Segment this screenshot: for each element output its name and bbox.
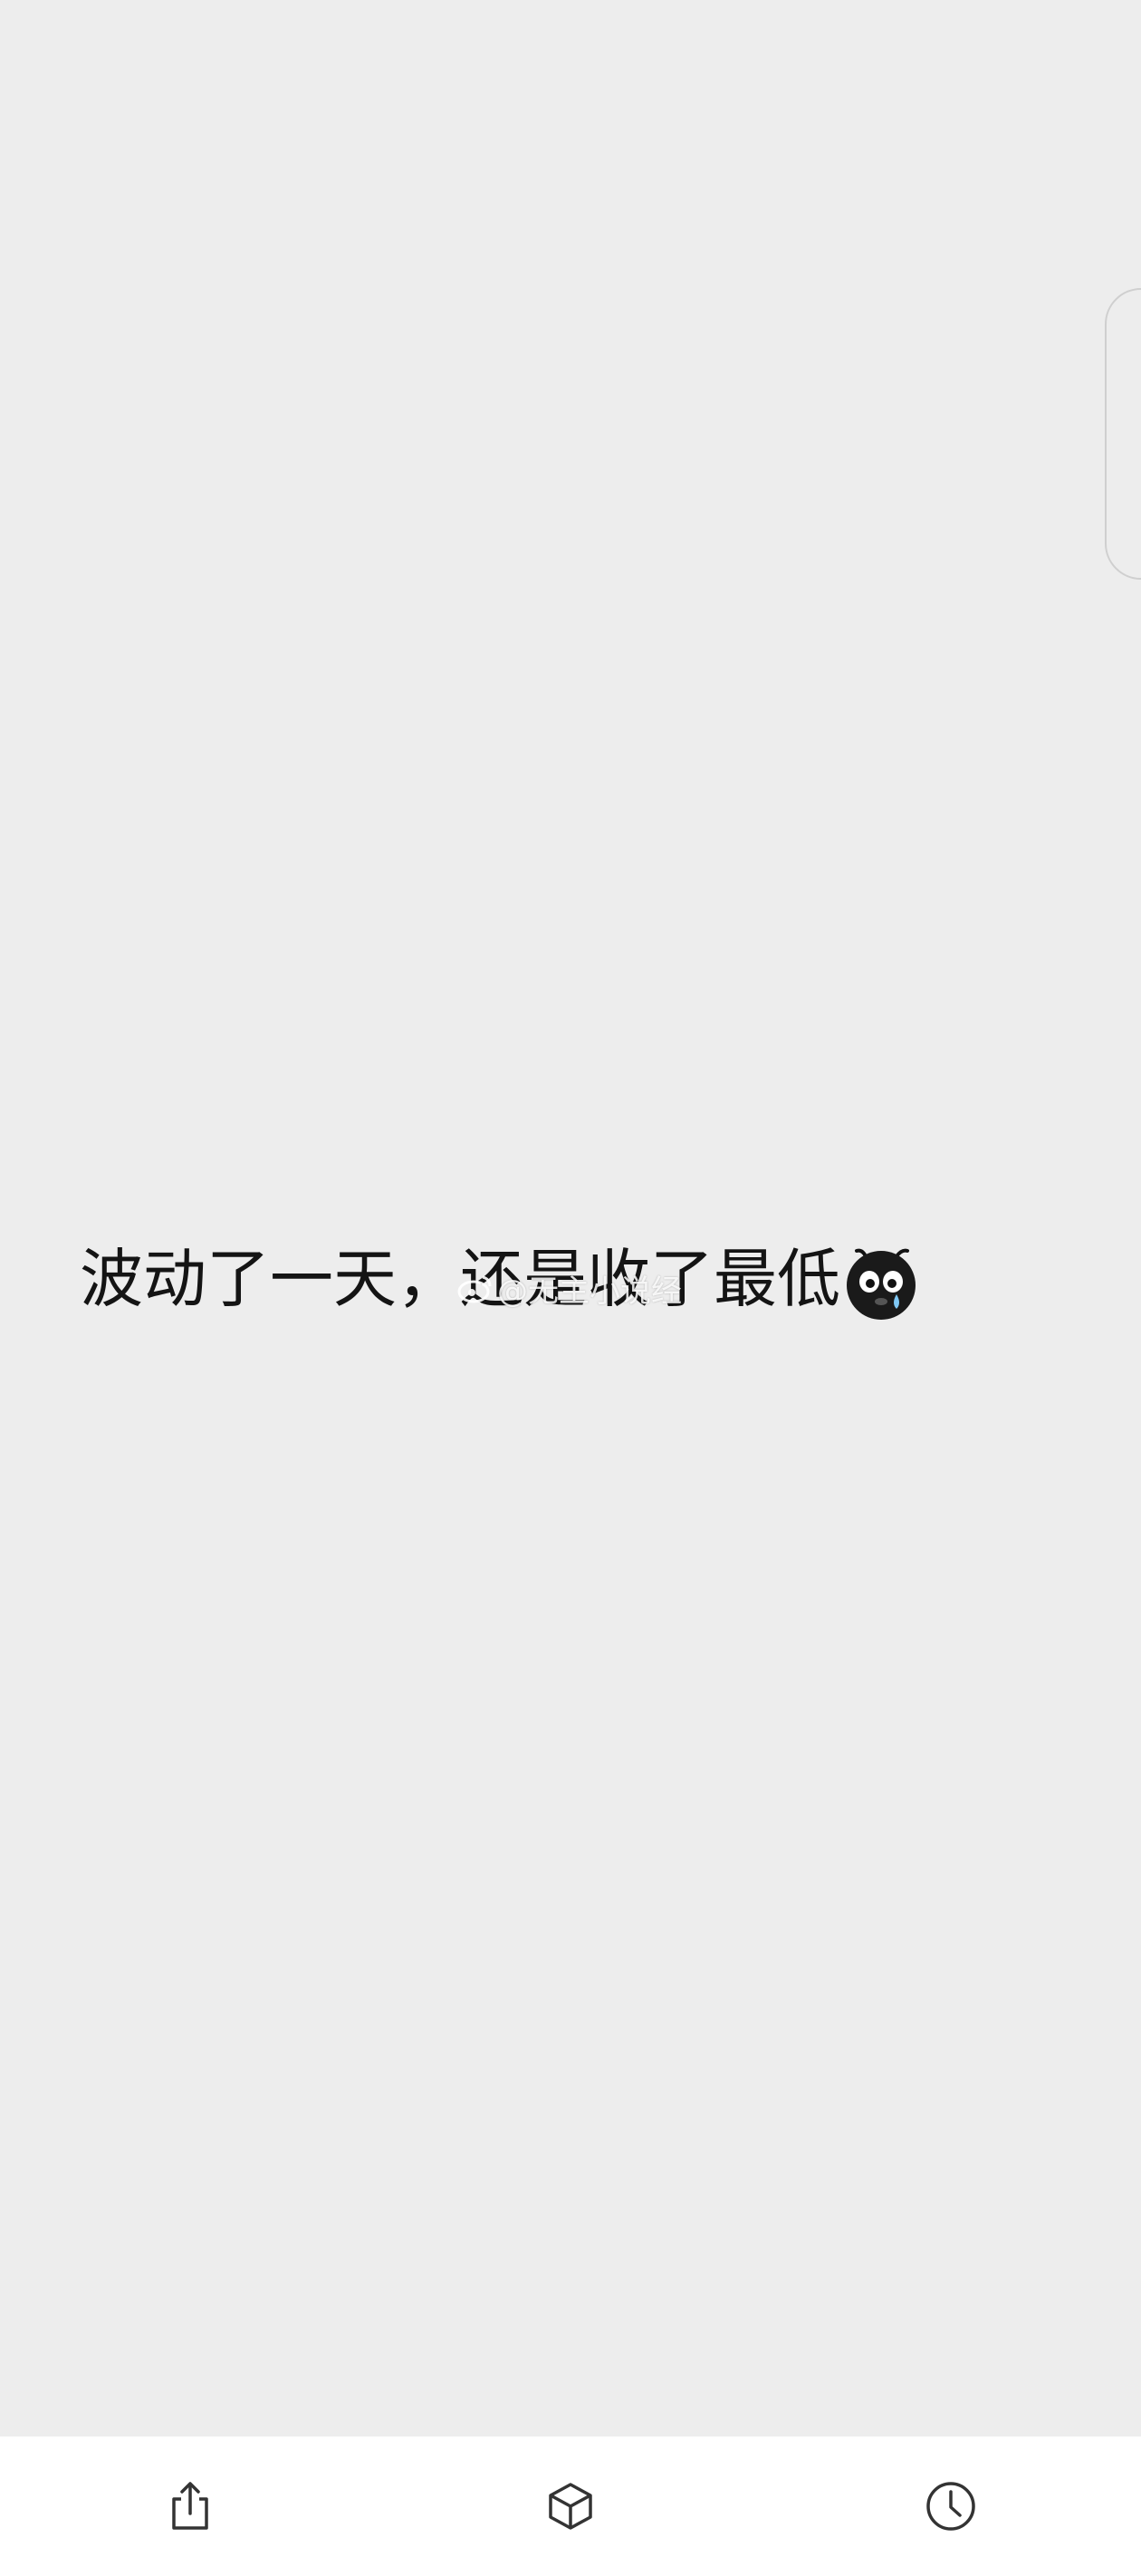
share-icon [172,2482,208,2530]
cube-icon [549,2483,592,2530]
clock-icon [926,2482,975,2531]
post-text: 波动了一天，还是收了最低 [80,1242,840,1316]
bottom-toolbar [0,2437,1141,2576]
content-area: 波动了一天，还是收了最低 @无主小说经 [0,0,1141,2437]
ar-view-button[interactable] [507,2443,634,2570]
post-line: 波动了一天，还是收了最低 [80,1234,920,1324]
side-panel-handle[interactable] [1105,288,1141,580]
share-button[interactable] [127,2443,254,2570]
crying-face-emoji-icon [842,1244,920,1322]
history-button[interactable] [887,2443,1014,2570]
